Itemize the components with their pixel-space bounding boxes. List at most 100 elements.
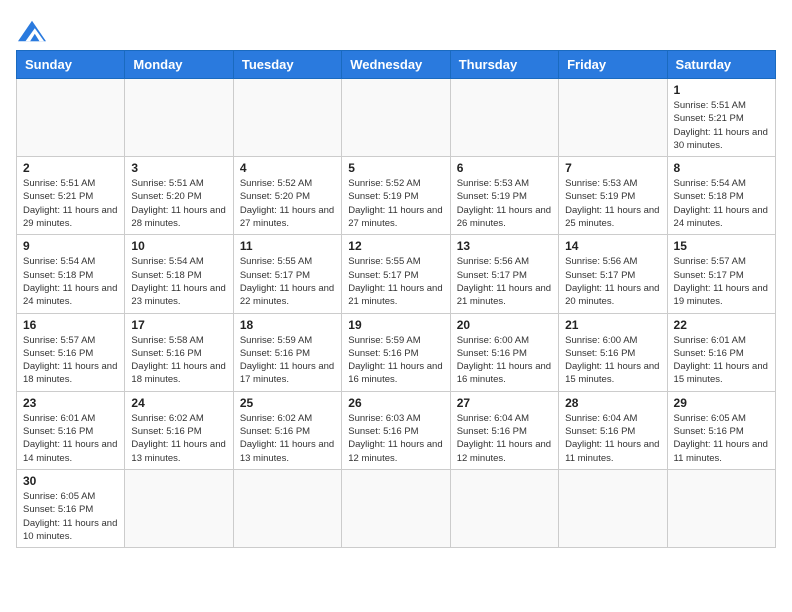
day-number: 28	[565, 396, 660, 410]
day-info: Sunrise: 5:54 AMSunset: 5:18 PMDaylight:…	[131, 255, 226, 308]
day-of-week-header: Wednesday	[342, 51, 450, 79]
calendar-cell: 30Sunrise: 6:05 AMSunset: 5:16 PMDayligh…	[17, 469, 125, 547]
day-number: 20	[457, 318, 552, 332]
day-info: Sunrise: 5:57 AMSunset: 5:17 PMDaylight:…	[674, 255, 769, 308]
day-number: 6	[457, 161, 552, 175]
day-number: 22	[674, 318, 769, 332]
day-number: 18	[240, 318, 335, 332]
day-of-week-header: Saturday	[667, 51, 775, 79]
day-info: Sunrise: 6:04 AMSunset: 5:16 PMDaylight:…	[457, 412, 552, 465]
day-number: 9	[23, 239, 118, 253]
day-info: Sunrise: 5:59 AMSunset: 5:16 PMDaylight:…	[348, 334, 443, 387]
calendar-week-row: 30Sunrise: 6:05 AMSunset: 5:16 PMDayligh…	[17, 469, 776, 547]
calendar-table: SundayMondayTuesdayWednesdayThursdayFrid…	[16, 50, 776, 548]
day-number: 13	[457, 239, 552, 253]
day-number: 4	[240, 161, 335, 175]
day-info: Sunrise: 5:51 AMSunset: 5:20 PMDaylight:…	[131, 177, 226, 230]
day-info: Sunrise: 5:55 AMSunset: 5:17 PMDaylight:…	[240, 255, 335, 308]
calendar-cell	[125, 469, 233, 547]
calendar-cell	[233, 469, 341, 547]
calendar-cell: 7Sunrise: 5:53 AMSunset: 5:19 PMDaylight…	[559, 157, 667, 235]
day-info: Sunrise: 6:05 AMSunset: 5:16 PMDaylight:…	[674, 412, 769, 465]
calendar-cell: 26 Sunrise: 6:03 AMSunset: 5:16 PMDayligh…	[342, 391, 450, 469]
logo-icon	[18, 20, 46, 42]
calendar-cell	[342, 469, 450, 547]
calendar-header-row: SundayMondayTuesdayWednesdayThursdayFrid…	[17, 51, 776, 79]
day-info: Sunrise: 5:56 AMSunset: 5:17 PMDaylight:…	[565, 255, 660, 308]
calendar-cell: 15 Sunrise: 5:57 AMSunset: 5:17 PMDayligh…	[667, 235, 775, 313]
day-info: Sunrise: 6:01 AMSunset: 5:16 PMDaylight:…	[23, 412, 118, 465]
day-info: Sunrise: 5:57 AMSunset: 5:16 PMDaylight:…	[23, 334, 118, 387]
day-number: 24	[131, 396, 226, 410]
day-of-week-header: Tuesday	[233, 51, 341, 79]
calendar-cell: 22 Sunrise: 6:01 AMSunset: 5:16 PMDayligh…	[667, 313, 775, 391]
calendar-cell: 1Sunrise: 5:51 AMSunset: 5:21 PMDaylight…	[667, 79, 775, 157]
day-number: 21	[565, 318, 660, 332]
day-of-week-header: Sunday	[17, 51, 125, 79]
calendar-cell: 16 Sunrise: 5:57 AMSunset: 5:16 PMDayligh…	[17, 313, 125, 391]
day-number: 15	[674, 239, 769, 253]
day-number: 1	[674, 83, 769, 97]
day-number: 26	[348, 396, 443, 410]
calendar-cell	[667, 469, 775, 547]
day-info: Sunrise: 5:56 AMSunset: 5:17 PMDaylight:…	[457, 255, 552, 308]
day-number: 17	[131, 318, 226, 332]
calendar-week-row: 9 Sunrise: 5:54 AMSunset: 5:18 PMDaylight…	[17, 235, 776, 313]
calendar-cell	[559, 469, 667, 547]
day-number: 8	[674, 161, 769, 175]
day-info: Sunrise: 5:58 AMSunset: 5:16 PMDaylight:…	[131, 334, 226, 387]
calendar-cell	[559, 79, 667, 157]
calendar-cell	[450, 469, 558, 547]
calendar-cell: 21 Sunrise: 6:00 AMSunset: 5:16 PMDayligh…	[559, 313, 667, 391]
calendar-cell	[17, 79, 125, 157]
calendar-week-row: 23 Sunrise: 6:01 AMSunset: 5:16 PMDayligh…	[17, 391, 776, 469]
calendar-cell: 5Sunrise: 5:52 AMSunset: 5:19 PMDaylight…	[342, 157, 450, 235]
calendar-cell: 2Sunrise: 5:51 AMSunset: 5:21 PMDaylight…	[17, 157, 125, 235]
day-number: 14	[565, 239, 660, 253]
day-info: Sunrise: 6:04 AMSunset: 5:16 PMDaylight:…	[565, 412, 660, 465]
day-number: 16	[23, 318, 118, 332]
day-info: Sunrise: 5:59 AMSunset: 5:16 PMDaylight:…	[240, 334, 335, 387]
day-number: 29	[674, 396, 769, 410]
day-number: 2	[23, 161, 118, 175]
calendar-cell: 14 Sunrise: 5:56 AMSunset: 5:17 PMDayligh…	[559, 235, 667, 313]
calendar-cell: 6 Sunrise: 5:53 AMSunset: 5:19 PMDaylight…	[450, 157, 558, 235]
day-number: 3	[131, 161, 226, 175]
calendar-cell: 25 Sunrise: 6:02 AMSunset: 5:16 PMDayligh…	[233, 391, 341, 469]
calendar-cell: 28 Sunrise: 6:04 AMSunset: 5:16 PMDayligh…	[559, 391, 667, 469]
header	[16, 16, 776, 42]
day-info: Sunrise: 6:00 AMSunset: 5:16 PMDaylight:…	[565, 334, 660, 387]
day-info: Sunrise: 6:05 AMSunset: 5:16 PMDaylight:…	[23, 490, 118, 543]
day-info: Sunrise: 5:54 AMSunset: 5:18 PMDaylight:…	[674, 177, 769, 230]
calendar-cell: 27Sunrise: 6:04 AMSunset: 5:16 PMDayligh…	[450, 391, 558, 469]
calendar-cell: 3 Sunrise: 5:51 AMSunset: 5:20 PMDaylight…	[125, 157, 233, 235]
day-info: Sunrise: 6:02 AMSunset: 5:16 PMDaylight:…	[131, 412, 226, 465]
day-info: Sunrise: 6:02 AMSunset: 5:16 PMDaylight:…	[240, 412, 335, 465]
day-info: Sunrise: 6:03 AMSunset: 5:16 PMDaylight:…	[348, 412, 443, 465]
calendar-cell: 12Sunrise: 5:55 AMSunset: 5:17 PMDayligh…	[342, 235, 450, 313]
calendar-cell: 18 Sunrise: 5:59 AMSunset: 5:16 PMDayligh…	[233, 313, 341, 391]
calendar-cell: 19Sunrise: 5:59 AMSunset: 5:16 PMDayligh…	[342, 313, 450, 391]
day-number: 25	[240, 396, 335, 410]
day-number: 23	[23, 396, 118, 410]
day-info: Sunrise: 5:53 AMSunset: 5:19 PMDaylight:…	[457, 177, 552, 230]
calendar-week-row: 16 Sunrise: 5:57 AMSunset: 5:16 PMDayligh…	[17, 313, 776, 391]
calendar-cell: 17 Sunrise: 5:58 AMSunset: 5:16 PMDayligh…	[125, 313, 233, 391]
day-number: 10	[131, 239, 226, 253]
calendar-cell: 13 Sunrise: 5:56 AMSunset: 5:17 PMDayligh…	[450, 235, 558, 313]
day-info: Sunrise: 5:54 AMSunset: 5:18 PMDaylight:…	[23, 255, 118, 308]
calendar-cell: 23 Sunrise: 6:01 AMSunset: 5:16 PMDayligh…	[17, 391, 125, 469]
calendar-cell: 9 Sunrise: 5:54 AMSunset: 5:18 PMDaylight…	[17, 235, 125, 313]
calendar-cell: 11 Sunrise: 5:55 AMSunset: 5:17 PMDayligh…	[233, 235, 341, 313]
calendar-cell	[342, 79, 450, 157]
calendar-cell: 29 Sunrise: 6:05 AMSunset: 5:16 PMDayligh…	[667, 391, 775, 469]
calendar-cell	[125, 79, 233, 157]
day-number: 12	[348, 239, 443, 253]
logo	[16, 16, 46, 42]
calendar-cell: 4Sunrise: 5:52 AMSunset: 5:20 PMDaylight…	[233, 157, 341, 235]
day-number: 11	[240, 239, 335, 253]
day-info: Sunrise: 6:01 AMSunset: 5:16 PMDaylight:…	[674, 334, 769, 387]
day-number: 5	[348, 161, 443, 175]
day-number: 7	[565, 161, 660, 175]
day-info: Sunrise: 6:00 AMSunset: 5:16 PMDaylight:…	[457, 334, 552, 387]
